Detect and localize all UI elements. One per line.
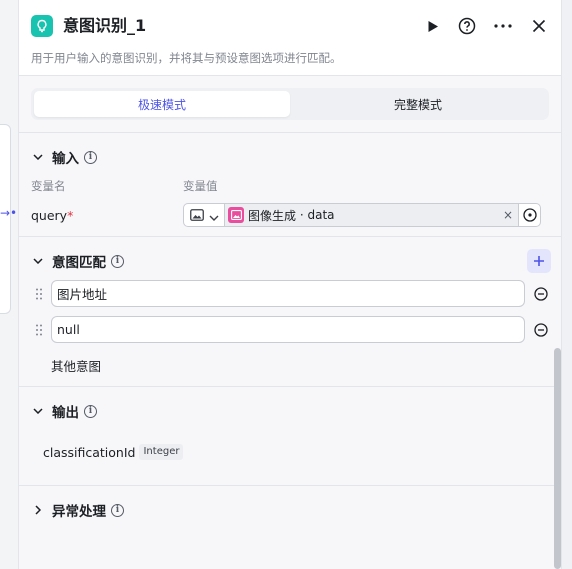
- chevron-right-icon[interactable]: [31, 503, 45, 517]
- variable-name-label: 变量名: [31, 179, 66, 193]
- output-section-header: 输出 i: [19, 399, 561, 423]
- chevron-down-icon[interactable]: [31, 404, 45, 418]
- node-settings-panel: 意图识别_1 用于用户输入的意图识别，并将其与预设意图选项进行匹配。 极速模式 …: [18, 0, 562, 569]
- tab-fast-mode[interactable]: 极速模式: [34, 91, 290, 117]
- tab-full-mode[interactable]: 完整模式: [290, 91, 546, 117]
- intent-node-icon: [31, 15, 53, 37]
- variable-value-label: 变量值: [183, 179, 218, 193]
- output-section-title: 输出: [52, 405, 79, 421]
- reference-separator: ·: [296, 208, 308, 222]
- output-type-tag: Integer: [139, 444, 184, 460]
- exception-section-header: 异常处理 i: [19, 498, 561, 522]
- variable-value-field[interactable]: 图像生成 · data ×: [183, 203, 541, 227]
- intent-input[interactable]: 图片地址: [51, 280, 525, 307]
- exception-section: 异常处理 i: [19, 486, 561, 566]
- more-icon[interactable]: [491, 14, 515, 38]
- remove-intent-icon[interactable]: [533, 286, 549, 302]
- input-column-labels: 变量名 变量值: [19, 178, 561, 194]
- node-title[interactable]: 意图识别_1: [63, 15, 146, 37]
- info-icon[interactable]: i: [84, 150, 97, 164]
- info-icon[interactable]: i: [111, 503, 124, 517]
- variable-name: query*: [31, 207, 74, 223]
- variable-reference-chip[interactable]: 图像生成 · data: [225, 204, 498, 226]
- variable-type-select[interactable]: [184, 204, 225, 226]
- canvas-connector-arrow: →•: [0, 206, 18, 220]
- help-icon[interactable]: [455, 14, 479, 38]
- variable-settings-icon[interactable]: [518, 204, 540, 226]
- input-section: 输入 i 变量名 变量值 query* 图像生成 · data ×: [19, 133, 561, 237]
- run-icon[interactable]: [421, 14, 445, 38]
- info-icon[interactable]: i: [84, 404, 97, 418]
- intent-section-header: 意图匹配 i: [19, 249, 561, 273]
- intent-input[interactable]: null: [51, 316, 525, 343]
- output-variable-name: classificationId: [43, 444, 136, 460]
- info-icon[interactable]: i: [111, 254, 124, 268]
- input-variable-row: query* 图像生成 · data ×: [19, 203, 561, 227]
- close-icon[interactable]: [527, 14, 551, 38]
- panel-header: 意图识别_1 用于用户输入的意图识别，并将其与预设意图选项进行匹配。: [19, 0, 561, 76]
- input-section-title: 输入: [52, 151, 79, 167]
- intent-row: 图片地址: [19, 280, 561, 307]
- image-generation-node-icon: [228, 207, 244, 223]
- exception-section-title: 异常处理: [52, 504, 106, 520]
- output-row: classificationId Integer: [19, 444, 561, 460]
- remove-intent-icon[interactable]: [533, 322, 549, 338]
- image-type-icon: [189, 206, 204, 225]
- output-section: 输出 i classificationId Integer: [19, 387, 561, 486]
- intent-section-title: 意图匹配: [52, 255, 106, 271]
- reference-node-name: 图像生成: [248, 208, 297, 223]
- panel-scrollbar[interactable]: [554, 348, 561, 569]
- required-mark: *: [67, 207, 74, 223]
- mode-tabs-container: 极速模式 完整模式: [19, 76, 561, 133]
- other-intent-label: 其他意图: [51, 359, 102, 374]
- clear-icon[interactable]: ×: [498, 204, 518, 226]
- chevron-down-icon[interactable]: [31, 254, 45, 268]
- chevron-down-icon[interactable]: [31, 150, 45, 164]
- drag-handle-icon[interactable]: [33, 287, 45, 301]
- chevron-down-icon: [209, 206, 219, 225]
- reference-field-name: data: [307, 208, 335, 222]
- intent-section: 意图匹配 i 图片地址 null 其他意图: [19, 237, 561, 387]
- intent-row: null: [19, 316, 561, 343]
- drag-handle-icon[interactable]: [33, 323, 45, 337]
- input-section-header: 输入 i: [19, 145, 561, 169]
- node-description[interactable]: 用于用户输入的意图识别，并将其与预设意图选项进行匹配。: [31, 50, 342, 66]
- mode-tabs: 极速模式 完整模式: [31, 88, 549, 120]
- add-intent-button[interactable]: [527, 249, 551, 273]
